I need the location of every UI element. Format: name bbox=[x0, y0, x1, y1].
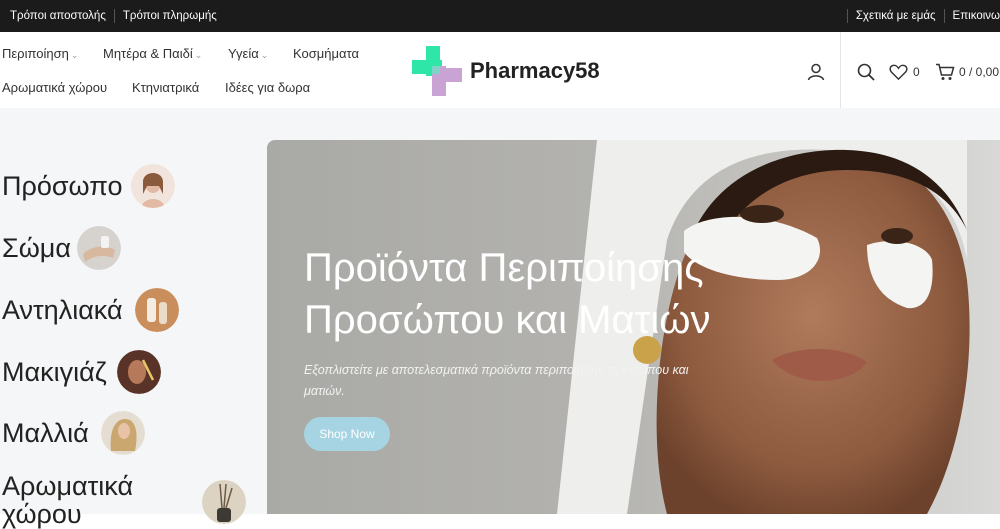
search-icon[interactable] bbox=[856, 62, 876, 82]
nav-item-mother-child[interactable]: Μητέρα & Παιδί ⌄ bbox=[103, 46, 202, 61]
category-label: Σώμα bbox=[2, 232, 71, 263]
nav-item-room-fragrances[interactable]: Αρωματικά χώρου bbox=[2, 80, 107, 95]
category-body[interactable]: Σώμα bbox=[2, 226, 121, 270]
user-icon[interactable] bbox=[806, 62, 826, 82]
category-room-fragrances[interactable]: Αρωματικά χώρου bbox=[2, 472, 246, 528]
chevron-down-icon: ⌄ bbox=[70, 50, 79, 60]
category-label: Μακιγιάζ bbox=[2, 356, 107, 387]
cart-icon[interactable] bbox=[935, 62, 955, 82]
shipping-methods-link[interactable]: Τρόποι αποστολής bbox=[2, 10, 114, 22]
category-makeup-thumbnail bbox=[116, 350, 161, 394]
logo-cross-icon bbox=[412, 46, 462, 96]
cart-summary[interactable]: 0 / 0,00 bbox=[959, 65, 999, 79]
wishlist-count: 0 bbox=[913, 65, 920, 79]
hero-subtitle: Εξοπλιστείτε με αποτελεσματικά προϊόντα … bbox=[304, 363, 689, 398]
nav-item-care[interactable]: Περιποίηση ⌄ bbox=[2, 46, 78, 61]
nav-item-label: Κτηνιατρικά bbox=[132, 80, 200, 95]
category-body-thumbnail bbox=[76, 226, 121, 270]
category-face[interactable]: Πρόσωπο bbox=[2, 164, 175, 208]
header-divider bbox=[840, 32, 841, 108]
nav-item-label: Υγεία bbox=[228, 46, 259, 61]
nav-item-jewelry[interactable]: Κοσμήματα bbox=[293, 46, 359, 61]
category-label: Μαλλιά bbox=[2, 417, 89, 448]
top-bar: Τρόποι αποστολής Τρόποι πληρωμής Σχετικά… bbox=[0, 0, 1000, 32]
category-room-fragrances-thumbnail bbox=[202, 480, 246, 524]
hero-title: Προϊόντα Περιποίησης Προσώπου και Ματιών bbox=[304, 242, 774, 346]
header: Περιποίηση ⌄ Μητέρα & Παιδί ⌄ Υγεία ⌄ Κοσμή… bbox=[0, 32, 1000, 109]
category-hair[interactable]: Μαλλιά bbox=[2, 411, 145, 455]
category-face-thumbnail bbox=[130, 164, 175, 208]
nav-item-label: Αρωματικά χώρου bbox=[2, 80, 108, 95]
nav-item-health[interactable]: Υγεία ⌄ bbox=[228, 46, 268, 61]
category-label: Αντηλιακά bbox=[2, 294, 123, 325]
nav-item-veterinary[interactable]: Κτηνιατρικά bbox=[132, 80, 199, 95]
nav-item-label: Κοσμήματα bbox=[293, 46, 359, 61]
chevron-down-icon: ⌄ bbox=[194, 50, 203, 60]
nav-item-gift-ideas[interactable]: Ιδέες για δωρα bbox=[225, 80, 310, 95]
category-label: Πρόσωπο bbox=[2, 170, 123, 201]
heart-icon[interactable] bbox=[889, 63, 908, 81]
about-us-link[interactable]: Σχετικά με εμάς bbox=[848, 10, 944, 22]
hero-title-line: Προσώπου και Ματιών bbox=[304, 298, 711, 342]
payment-methods-link[interactable]: Τρόποι πληρωμής bbox=[115, 10, 225, 22]
chevron-down-icon: ⌄ bbox=[260, 50, 269, 60]
logo[interactable]: Pharmacy58 bbox=[412, 46, 600, 96]
category-sunscreen-thumbnail bbox=[134, 288, 179, 332]
nav-item-label: Μητέρα & Παιδί bbox=[103, 46, 193, 61]
shop-now-button[interactable]: Shop Now bbox=[304, 417, 390, 451]
category-sunscreen[interactable]: Αντηλιακά bbox=[2, 288, 179, 332]
logo-text: Pharmacy58 bbox=[470, 58, 600, 83]
nav-item-label: Ιδέες για δωρα bbox=[225, 80, 311, 95]
category-makeup[interactable]: Μακιγιάζ bbox=[2, 350, 161, 394]
hero-title-line: Προϊόντα Περιποίησης bbox=[304, 246, 704, 290]
nav-item-label: Περιποίηση bbox=[2, 46, 69, 61]
contact-link[interactable]: Επικοινω bbox=[945, 10, 1000, 22]
category-label: Αρωματικά χώρου bbox=[2, 471, 134, 529]
category-hair-thumbnail bbox=[100, 411, 145, 455]
